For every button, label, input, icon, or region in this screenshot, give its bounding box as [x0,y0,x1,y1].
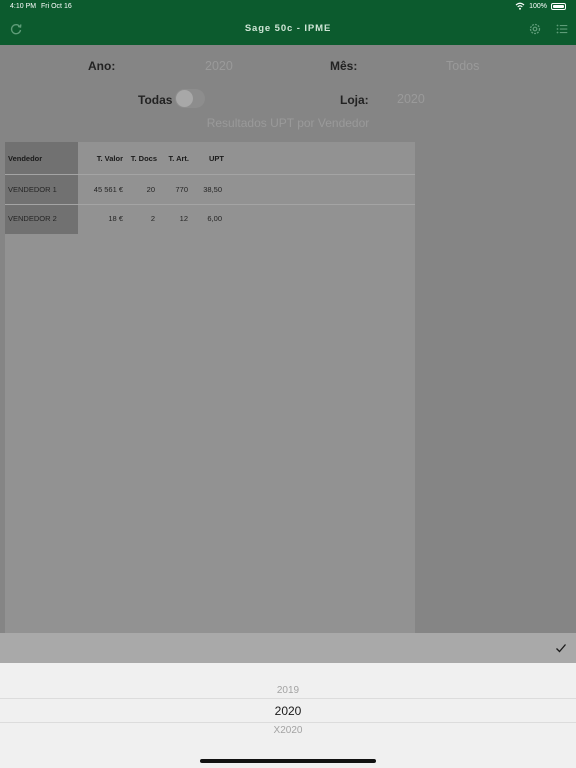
row-divider [5,204,415,205]
header-vendedor: Vendedor [8,154,43,163]
checkmark-icon[interactable] [554,641,568,655]
row-divider [5,174,415,175]
status-date: Fri Oct 16 [41,3,72,10]
status-bar: 4:10 PM Fri Oct 16 100% [0,0,576,14]
cell-upt: 6,00 [207,214,222,223]
cell-t-art: 12 [179,214,188,223]
cell-vendedor: VENDEDOR 2 [8,214,57,223]
todas-label: Todas [138,93,173,107]
status-time: 4:10 PM [10,3,37,10]
picker-option-x2020[interactable]: X2020 [0,725,576,736]
battery-percent: 100% [529,2,547,10]
loja-value[interactable]: 2020 [397,92,425,106]
picker-option-2020[interactable]: 2020 [0,704,576,718]
header-t-valor: T. Valor [96,154,123,163]
ano-label: Ano: [88,59,116,73]
loja-label: Loja: [340,93,369,107]
ano-value[interactable]: 2020 [205,59,233,73]
nav-bar: Sage 50c - IPME [0,14,576,45]
mes-label: Mês: [330,59,358,73]
wifi-icon [515,2,525,10]
header-t-docs: T. Docs [130,154,157,163]
cell-t-docs: 20 [146,185,155,194]
cell-t-valor: 45 561 € [93,185,123,194]
cell-t-docs: 2 [150,214,155,223]
cell-t-art: 770 [175,185,188,194]
todas-toggle[interactable] [175,89,205,108]
status-right: 100% [515,2,566,10]
nav-title: Sage 50c - IPME [244,23,332,34]
picker-option-2019[interactable]: 2019 [0,685,576,696]
cell-vendedor: VENDEDOR 1 [8,185,57,194]
header-upt: UPT [209,154,224,163]
list-menu-icon[interactable] [555,22,569,36]
report-subtitle: Resultados UPT por Vendedor [206,116,370,130]
toggle-knob [176,90,193,107]
cell-upt: 38,50 [203,185,222,194]
settings-icon[interactable] [528,22,542,36]
home-indicator[interactable] [200,759,376,763]
picker-toolbar [0,633,576,663]
mes-value[interactable]: Todos [446,59,479,73]
header-t-art: T. Art. [168,154,189,163]
cell-t-valor: 18 € [108,214,123,223]
battery-icon [551,2,566,10]
